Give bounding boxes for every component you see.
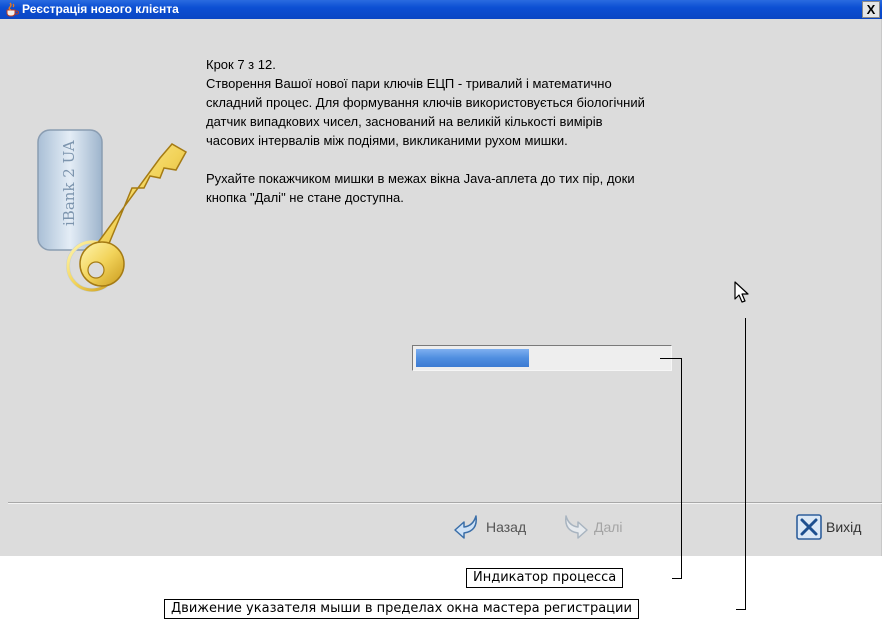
java-cup-icon [6, 2, 19, 17]
callout-line [681, 358, 682, 579]
registration-window: Реєстрація нового клієнта X iBank 2 UA К… [0, 0, 882, 556]
instruction-line: часових інтервалів між подіями, викликан… [206, 133, 568, 148]
callout-line [736, 609, 746, 610]
back-button[interactable]: Назад [452, 512, 526, 542]
next-arrow-icon [565, 515, 588, 539]
exit-x-icon [796, 514, 822, 540]
callout-line [660, 358, 682, 359]
progress-callout: Индикатор процесса [466, 568, 624, 588]
separator [8, 502, 882, 504]
back-arrow-icon [454, 515, 477, 539]
instructions-text: Крок 7 з 12. Створення Вашої нової пари … [206, 55, 766, 207]
window-title: Реєстрація нового клієнта [22, 2, 179, 16]
exit-label: Вихід [826, 519, 862, 535]
callout-line [672, 578, 682, 579]
keys-icon: iBank 2 UA [37, 129, 188, 292]
title-bar[interactable]: Реєстрація нового клієнта X [0, 0, 882, 19]
mouse-callout: Движение указателя мыши в пределах окна … [164, 599, 639, 619]
instruction-line: датчик випадкових чисел, заснований на в… [206, 114, 603, 129]
instruction-line: складний процес. Для формування ключів в… [206, 95, 645, 110]
instruction-line: кнопка "Далі" не стане доступна. [206, 190, 404, 205]
close-button[interactable]: X [862, 1, 880, 18]
badge-text: iBank 2 UA [60, 140, 78, 226]
mouse-cursor-icon [734, 281, 749, 303]
instruction-line: Рухайте покажчиком мишки в межах вікна J… [206, 171, 635, 186]
progress-fill [416, 349, 529, 367]
exit-button[interactable]: Вихід [796, 512, 861, 542]
callout-line [745, 318, 746, 609]
progress-bar [412, 345, 672, 371]
instruction-line: Створення Вашої нової пари ключів ЕЦП - … [206, 76, 612, 91]
step-indicator: Крок 7 з 12. [206, 57, 276, 72]
next-button[interactable]: Далі [560, 512, 623, 542]
back-label: Назад [486, 519, 527, 535]
next-label: Далі [594, 519, 623, 535]
